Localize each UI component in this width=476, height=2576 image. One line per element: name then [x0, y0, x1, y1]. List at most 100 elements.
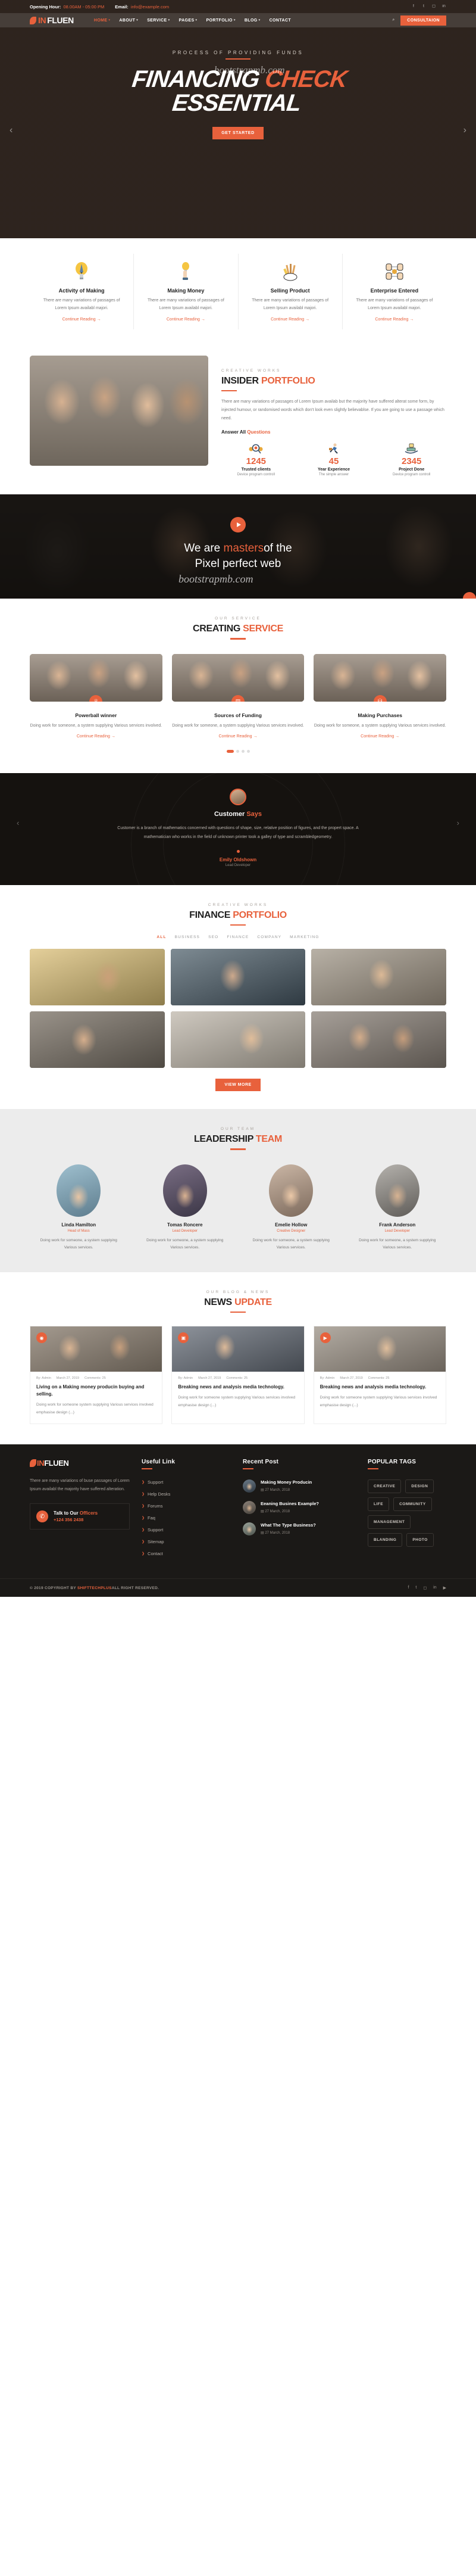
nav-item-about[interactable]: ABOUT ▾	[119, 18, 138, 23]
nav-item-portfolio[interactable]: PORTFOLIO ▾	[206, 18, 235, 23]
facebook-icon[interactable]: f	[408, 1586, 409, 1590]
nav-item-home[interactable]: HOME ▾	[94, 18, 111, 23]
footer-post-item[interactable]: Eeaning Busines Example? ▤ 27 March, 201…	[243, 1501, 356, 1515]
consultation-button[interactable]: CONSULTAION	[400, 15, 446, 26]
feature-link[interactable]: Continue Reading →	[167, 317, 205, 322]
team-members: Linda Hamilton Head of Mass Doing work f…	[30, 1164, 446, 1252]
service-card-link[interactable]: Continue Reading →	[219, 734, 258, 739]
service-card[interactable]: ⛁ Making Purchases Doing work for someon…	[314, 653, 447, 740]
view-more-button[interactable]: VIEW MORE	[215, 1079, 261, 1092]
footer-call-number[interactable]: +124 356 2438	[54, 1517, 98, 1522]
feature-card[interactable]: Selling Product There are many variation…	[239, 254, 343, 329]
feature-text: There are many variations of passages of…	[147, 298, 224, 310]
carousel-dot[interactable]	[246, 750, 250, 753]
team-member[interactable]: Linda Hamilton Head of Mass Doing work f…	[30, 1164, 128, 1252]
testimonial-next-button[interactable]: ›	[457, 818, 459, 827]
portfolio-eyebrow: CREATIVE WORKS	[208, 902, 268, 907]
footer-heading-divider	[368, 1468, 378, 1470]
portfolio-item[interactable]	[311, 1011, 446, 1069]
team-member[interactable]: Frank Anderson Lead Developer Doing work…	[349, 1164, 447, 1252]
facebook-icon[interactable]: f	[411, 4, 416, 9]
carousel-dot[interactable]	[226, 750, 234, 753]
footer-post-item[interactable]: Making Money Producin ▤ 27 March, 2018	[243, 1479, 356, 1493]
footer-tag[interactable]: LIFE	[368, 1497, 390, 1512]
news-comments: Comments: 25	[368, 1376, 390, 1381]
twitter-icon[interactable]: t	[415, 1586, 416, 1590]
feature-card[interactable]: Enterprise Entered There are many variat…	[343, 254, 446, 329]
footer-tag[interactable]: CREATIVE	[368, 1479, 402, 1494]
feature-card[interactable]: Making Money There are many variations o…	[134, 254, 239, 329]
portfolio-item[interactable]	[170, 949, 306, 1006]
team-member[interactable]: Tomas Roncere Lead Developer Doing work …	[136, 1164, 234, 1252]
linkedin-icon[interactable]: in	[433, 1586, 436, 1590]
chevron-down-icon: ▾	[195, 18, 198, 22]
portfolio-filter-marketing[interactable]: MARKETING	[290, 935, 319, 939]
nav-item-service[interactable]: SERVICE ▾	[147, 18, 170, 23]
portfolio-filter-company[interactable]: COMPANY	[257, 935, 281, 939]
get-started-button[interactable]: GET STARTED	[212, 126, 264, 139]
footer-link[interactable]: ❯ Support	[142, 1527, 231, 1532]
portfolio-item[interactable]	[170, 1011, 306, 1069]
service-card-link[interactable]: Continue Reading →	[77, 734, 115, 739]
instagram-icon[interactable]: ◻	[423, 1586, 427, 1590]
hero-headline-part1: FINANCING	[130, 66, 267, 92]
footer-tag[interactable]: COMMUNITY	[393, 1497, 432, 1512]
search-icon[interactable]: ⌕	[392, 18, 394, 23]
footer-link[interactable]: ❯ Forums	[142, 1503, 231, 1509]
footer-tag[interactable]: BLANDING	[368, 1533, 403, 1547]
news-card-title[interactable]: Breaking news and analysis media technol…	[314, 1380, 446, 1391]
site-logo[interactable]: IN FLUEN	[30, 15, 74, 25]
testimonial-prev-button[interactable]: ‹	[17, 818, 19, 827]
feature-card[interactable]: Activity of Making There are many variat…	[30, 254, 134, 329]
news-eyebrow: OUR BLOG & NEWS	[206, 1289, 270, 1294]
news-card[interactable]: ▶ By: Admin March 27, 2019 Comments: 25 …	[313, 1326, 446, 1425]
team-member[interactable]: Emelie Hollow Creative Designer Doing wo…	[242, 1164, 340, 1252]
about-title-divider	[221, 390, 237, 392]
footer-link[interactable]: ❯ Contact	[142, 1551, 231, 1556]
nav-item-pages[interactable]: PAGES ▾	[179, 18, 198, 23]
chevron-right-icon: ❯	[142, 1552, 145, 1556]
chevron-right-icon: ❯	[142, 1481, 145, 1485]
hero-next-arrow[interactable]: ›	[464, 125, 466, 136]
nav-item-blog[interactable]: BLOG ▾	[245, 18, 261, 23]
hero-prev-arrow[interactable]: ‹	[10, 125, 12, 136]
footer-tag[interactable]: PHOTO	[406, 1533, 434, 1547]
footer-link[interactable]: ❯ Support	[142, 1479, 231, 1485]
email-value[interactable]: info@example.com	[131, 4, 169, 10]
portfolio-item[interactable]	[30, 1011, 165, 1069]
chevron-down-icon: ▾	[168, 18, 170, 22]
news-card-title[interactable]: Breaking news and analysis media technol…	[172, 1380, 303, 1391]
twitter-icon[interactable]: t	[421, 4, 426, 9]
footer-link[interactable]: ❯ Faq	[142, 1515, 231, 1521]
news-card-text: Doing work for someone system supplying …	[36, 1403, 154, 1415]
footer-tag[interactable]: DESIGN	[405, 1479, 434, 1494]
feature-link[interactable]: Continue Reading →	[271, 317, 309, 322]
service-card[interactable]: ♕ Powerball winner Doing work for someon…	[30, 653, 162, 740]
portfolio-filter-seo[interactable]: SEO	[208, 935, 218, 939]
nav-item-contact[interactable]: CONTACT	[270, 18, 292, 23]
footer-link[interactable]: ❯ Help Desks	[142, 1491, 231, 1497]
instagram-icon[interactable]: ◻	[431, 4, 436, 9]
footer-logo[interactable]: IN FLUEN	[30, 1459, 130, 1468]
linkedin-icon[interactable]: in	[441, 4, 446, 9]
service-card[interactable]: ▤ Sources of Funding Doing work for some…	[171, 653, 305, 740]
carousel-dot[interactable]	[236, 750, 239, 753]
portfolio-item[interactable]	[311, 949, 446, 1006]
portfolio-item[interactable]	[30, 949, 165, 1006]
feature-link[interactable]: Continue Reading →	[375, 317, 414, 322]
portfolio-filter-business[interactable]: BUSINESS	[175, 935, 200, 939]
service-card-link[interactable]: Continue Reading →	[361, 734, 399, 739]
portfolio-filter-all[interactable]: ALL	[156, 935, 166, 939]
feature-link[interactable]: Continue Reading →	[62, 317, 101, 322]
news-card[interactable]: ▣ By: Admin March 27, 2019 Comments: 25 …	[171, 1326, 305, 1425]
footer-call-box[interactable]: ✆ Talk to Our Officers +124 356 2438	[30, 1503, 130, 1530]
carousel-dot[interactable]	[241, 750, 245, 753]
footer-post-item[interactable]: What The Type Business? ▤ 27 March, 2018	[243, 1522, 356, 1536]
chevron-down-icon: ▾	[233, 18, 236, 22]
footer-tag[interactable]: MANAGEMENT	[368, 1515, 411, 1530]
footer-link[interactable]: ❯ Sitemap	[142, 1539, 231, 1544]
portfolio-filter-finance[interactable]: FINANCE	[227, 935, 249, 939]
news-card-title[interactable]: Living on a Making money producin buying…	[30, 1380, 162, 1398]
news-card[interactable]: ◉ By: Admin March 27, 2019 Comments: 25 …	[30, 1326, 163, 1425]
youtube-icon[interactable]: ▶	[443, 1586, 446, 1590]
